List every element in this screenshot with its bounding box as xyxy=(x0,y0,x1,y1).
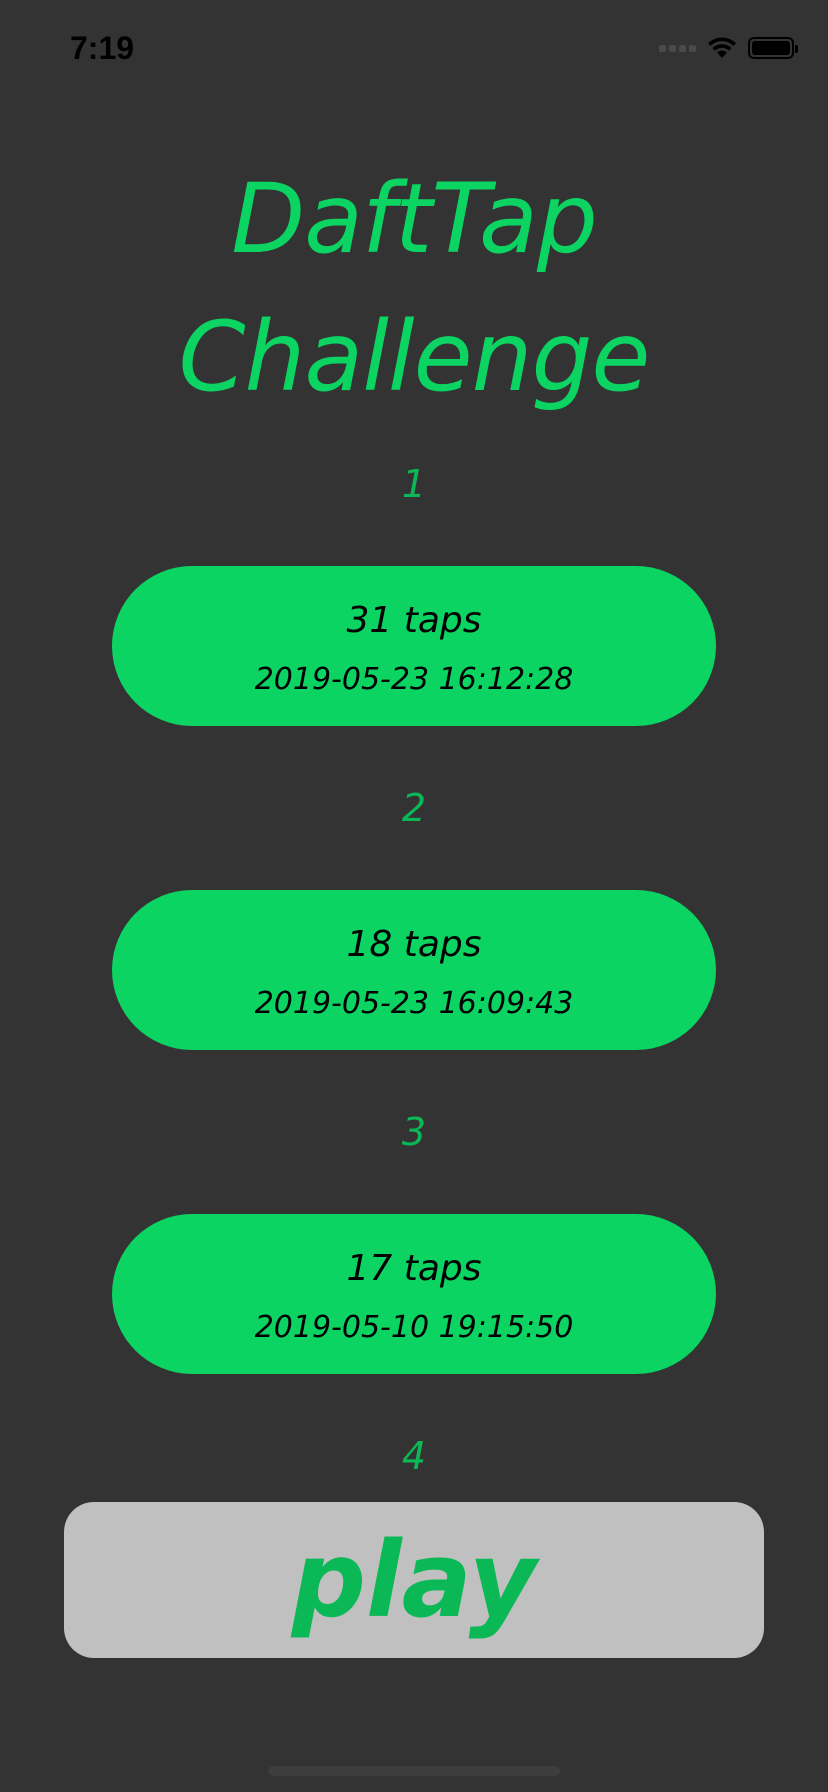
score-date: 2019-05-10 19:15:50 xyxy=(254,1310,574,1345)
status-bar: 7:19 xyxy=(0,0,828,100)
app-title: DaftTap Challenge xyxy=(0,150,828,426)
cellular-signal-icon xyxy=(659,44,696,52)
score-card-1[interactable]: 31 taps 2019-05-23 16:12:28 xyxy=(112,566,716,726)
wifi-icon xyxy=(708,37,736,58)
status-time: 7:19 xyxy=(70,30,135,66)
score-date: 2019-05-23 16:09:43 xyxy=(254,986,574,1021)
rank-label-4: 4 xyxy=(401,1434,427,1478)
score-card-3[interactable]: 17 taps 2019-05-10 19:15:50 xyxy=(112,1214,716,1374)
battery-icon xyxy=(748,37,798,59)
score-taps: 31 taps xyxy=(346,600,482,641)
rank-label-2: 2 xyxy=(401,786,427,830)
score-date: 2019-05-23 16:12:28 xyxy=(254,662,574,697)
score-taps: 17 taps xyxy=(346,1248,482,1289)
score-taps: 18 taps xyxy=(346,924,482,965)
rank-label-1: 1 xyxy=(401,462,427,506)
status-icons xyxy=(659,36,798,60)
home-indicator[interactable] xyxy=(268,1766,560,1776)
app-title-line1: DaftTap xyxy=(231,163,598,275)
rank-label-3: 3 xyxy=(401,1110,427,1154)
app-title-line2: Challenge xyxy=(178,301,651,413)
score-card-2[interactable]: 18 taps 2019-05-23 16:09:43 xyxy=(112,890,716,1050)
play-button[interactable]: play xyxy=(64,1502,764,1658)
